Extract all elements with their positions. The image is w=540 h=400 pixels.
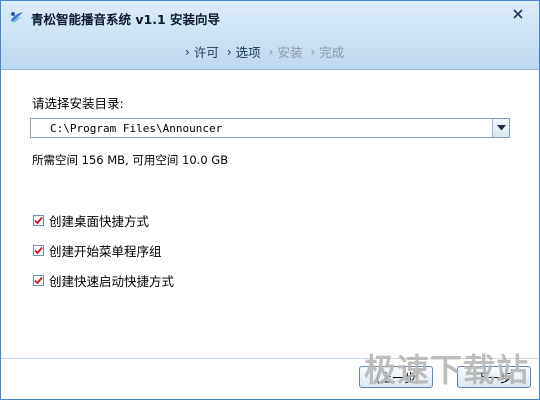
checkbox[interactable] [33, 275, 44, 286]
step-license: › 许可 [185, 42, 219, 61]
footer-divider [1, 358, 539, 359]
chevron-right-icon: › [226, 44, 232, 59]
checkbox[interactable] [33, 215, 44, 226]
required-space: 所需空间 156 MB, [32, 153, 129, 167]
step-label: 完成 [319, 45, 345, 60]
checkbox[interactable] [33, 245, 44, 256]
installer-window: 青松智能播音系统 v1.1 安装向导 › 许可 › 选项 › 安装 › 完成 请… [0, 0, 540, 400]
back-button[interactable]: (上一步 [359, 366, 433, 388]
close-button[interactable] [509, 5, 527, 23]
window-title: 青松智能播音系统 v1.1 安装向导 [31, 12, 220, 27]
step-install: › 安装 [269, 42, 303, 61]
install-dir-label: 请选择安装目录: [32, 96, 124, 111]
dropdown-button[interactable] [492, 119, 509, 137]
install-path-combobox[interactable]: C:\Program Files\Announcer [30, 118, 510, 138]
disk-space-info: 所需空间 156 MB, 可用空间 10.0 GB [32, 152, 228, 168]
chevron-right-icon: › [268, 44, 274, 59]
chevron-down-icon [496, 125, 506, 131]
step-label: 许可 [193, 45, 219, 60]
app-icon [9, 9, 25, 25]
step-finish: › 完成 [310, 42, 344, 61]
option-label: 创建桌面快捷方式 [49, 214, 150, 229]
next-button[interactable]: 下一步 [457, 366, 531, 388]
chevron-right-icon: › [310, 44, 316, 59]
option-label: 创建快速启动快捷方式 [49, 274, 175, 289]
option-quick-launch[interactable]: 创建快速启动快捷方式 [33, 271, 174, 290]
step-label: 选项 [235, 45, 261, 60]
check-icon [34, 246, 43, 255]
close-icon [513, 9, 523, 19]
check-icon [34, 276, 43, 285]
wizard-header: 青松智能播音系统 v1.1 安装向导 › 许可 › 选项 › 安装 › 完成 [1, 1, 539, 70]
step-options: › 选项 [227, 42, 261, 61]
step-label: 安装 [277, 45, 303, 60]
option-start-menu[interactable]: 创建开始菜单程序组 [33, 241, 162, 260]
wizard-steps: › 许可 › 选项 › 安装 › 完成 [185, 42, 344, 61]
check-icon [34, 216, 43, 225]
option-desktop-shortcut[interactable]: 创建桌面快捷方式 [33, 211, 149, 230]
install-path-field[interactable]: C:\Program Files\Announcer [31, 122, 492, 135]
option-label: 创建开始菜单程序组 [49, 244, 162, 259]
available-space: 可用空间 10.0 GB [132, 153, 229, 167]
chevron-right-icon: › [185, 44, 190, 59]
